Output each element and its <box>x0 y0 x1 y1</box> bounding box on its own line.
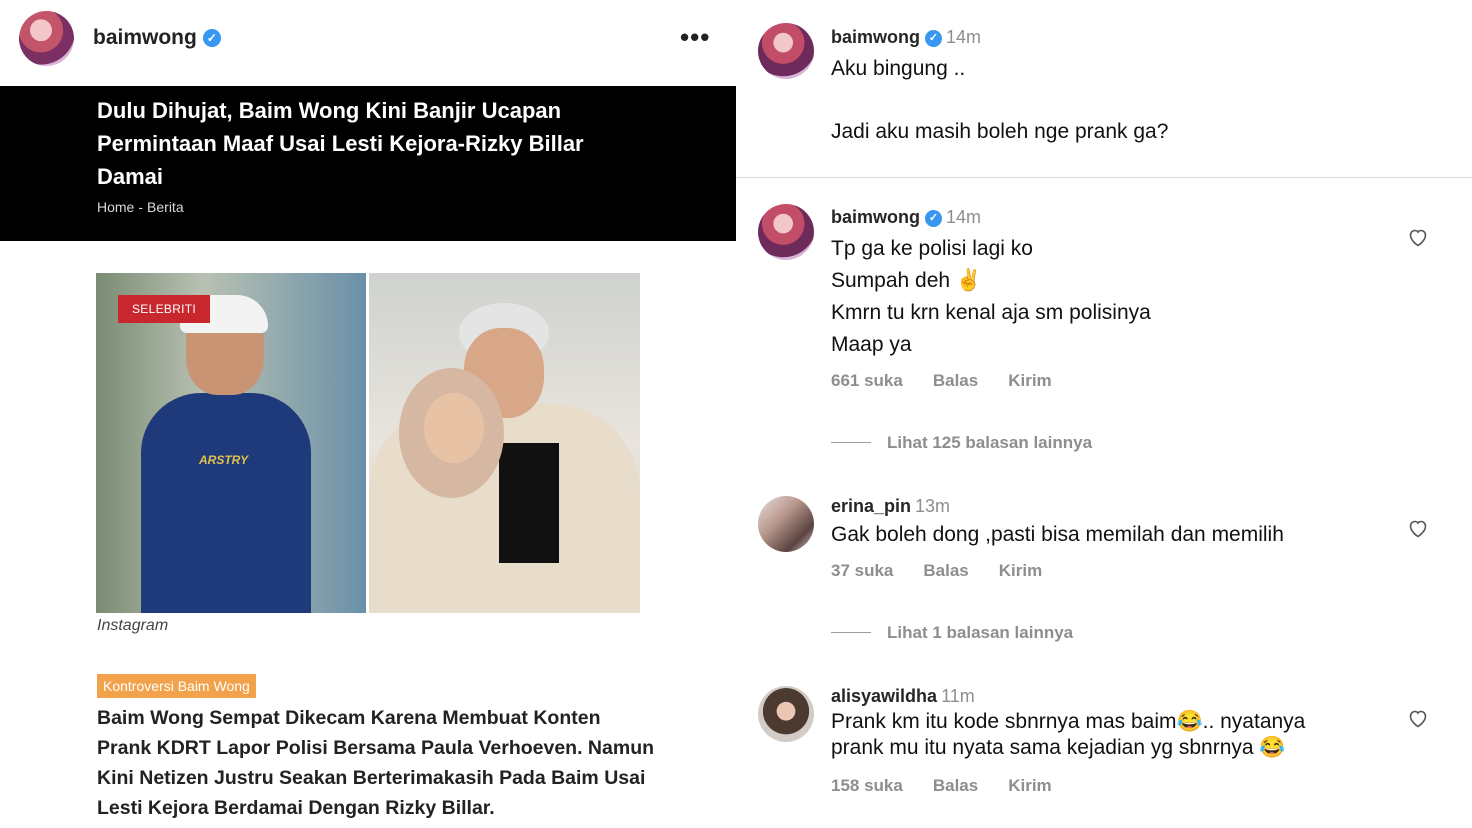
comment-actions: 37 suka Balas Kirim <box>831 561 1072 581</box>
comment-username[interactable]: erina_pin 13m <box>831 496 950 517</box>
reply-button[interactable]: Balas <box>933 371 978 390</box>
caption-line: Jadi aku masih boleh nge prank ga? <box>831 120 1169 143</box>
replies-line <box>831 632 871 633</box>
like-count[interactable]: 661 suka <box>831 371 903 390</box>
avatar[interactable] <box>19 11 74 66</box>
send-button[interactable]: Kirim <box>1008 371 1051 390</box>
avatar[interactable] <box>758 496 814 552</box>
more-options-button[interactable]: ••• <box>680 22 710 53</box>
comment-line: Sumpah deh ✌️ <box>831 269 983 292</box>
photo-figure-face <box>424 393 484 463</box>
divider <box>736 177 1472 178</box>
verified-badge-icon: ✓ <box>202 29 221 47</box>
comment-line: Gak boleh dong ,pasti bisa memilah dan m… <box>831 523 1284 546</box>
username-text[interactable]: erina_pin <box>831 496 911 516</box>
article-lead: Baim Wong Sempat Dikecam Karena Membuat … <box>97 707 655 819</box>
timestamp: 11m <box>941 686 975 706</box>
article-headline: Dulu Dihujat, Baim Wong Kini Banjir Ucap… <box>97 98 584 189</box>
timestamp: 14m <box>946 27 982 47</box>
reply-button[interactable]: Balas <box>933 776 978 795</box>
post-username[interactable]: baimwong ✓ <box>93 26 221 50</box>
comment-line: Tp ga ke polisi lagi ko <box>831 237 1033 260</box>
heart-outline-icon[interactable] <box>1406 706 1430 730</box>
photo-figure <box>141 393 311 613</box>
like-count[interactable]: 158 suka <box>831 776 903 795</box>
photo-caption: Instagram <box>97 617 169 634</box>
breadcrumb-berita[interactable]: Berita <box>147 199 184 215</box>
view-replies-label[interactable]: Lihat 1 balasan lainnya <box>887 623 1073 642</box>
comment-line: Kmrn tu krn kenal aja sm polisinya <box>831 301 1151 324</box>
view-replies-label[interactable]: Lihat 125 balasan lainnya <box>887 433 1092 452</box>
photo-figure-shirt <box>499 443 559 563</box>
replies-line <box>831 442 871 443</box>
view-replies-button[interactable]: Lihat 1 balasan lainnya <box>831 623 1073 643</box>
heart-outline-icon[interactable] <box>1406 225 1430 249</box>
comment-username[interactable]: baimwong ✓ 14m <box>831 207 981 228</box>
comment-line: prank mu itu nyata sama kejadian yg sbnr… <box>831 736 1286 759</box>
avatar[interactable] <box>758 204 814 260</box>
post-pane: baimwong ✓ ••• Dulu Dihujat, Baim Wong Ki… <box>0 0 736 828</box>
heart-outline-icon[interactable] <box>1406 516 1430 540</box>
post-header: baimwong ✓ ••• <box>0 0 736 86</box>
username-text[interactable]: baimwong <box>831 27 920 47</box>
comment-actions: 158 suka Balas Kirim <box>831 776 1082 796</box>
timestamp: 14m <box>946 207 982 227</box>
caption-line: Aku bingung .. <box>831 57 966 80</box>
comment-username[interactable]: alisyawildha 11m <box>831 686 975 707</box>
username-text[interactable]: alisyawildha <box>831 686 937 706</box>
comment-line: Maap ya <box>831 333 912 356</box>
send-button[interactable]: Kirim <box>1008 776 1051 795</box>
caption-username[interactable]: baimwong ✓ 14m <box>831 27 981 48</box>
topic-tag[interactable]: Kontroversi Baim Wong <box>97 674 256 698</box>
comments-pane: baimwong ✓ 14m Aku bingung .. Jadi aku mas… <box>736 0 1472 828</box>
breadcrumb-separator: - <box>138 199 144 215</box>
article-photo-baim: ARSTRY SELEBRITI <box>96 273 366 613</box>
send-button[interactable]: Kirim <box>999 561 1042 580</box>
verified-badge-icon: ✓ <box>925 30 942 47</box>
comment-line: Prank km itu kode sbnrnya mas baim😂.. ny… <box>831 710 1306 733</box>
shirt-logo: ARSTRY <box>199 453 249 467</box>
reply-button[interactable]: Balas <box>923 561 968 580</box>
breadcrumb: Home - Berita <box>97 199 188 215</box>
verified-badge-icon: ✓ <box>925 210 942 227</box>
comment-actions: 661 suka Balas Kirim <box>831 371 1082 391</box>
timestamp: 13m <box>915 496 951 516</box>
view-replies-button[interactable]: Lihat 125 balasan lainnya <box>831 433 1092 453</box>
avatar[interactable] <box>758 23 814 79</box>
like-count[interactable]: 37 suka <box>831 561 893 580</box>
category-badge: SELEBRITI <box>118 295 211 323</box>
breadcrumb-home[interactable]: Home <box>97 199 134 215</box>
username-text[interactable]: baimwong <box>93 26 197 49</box>
article-photo-couple <box>369 273 640 613</box>
avatar[interactable] <box>758 686 814 742</box>
username-text[interactable]: baimwong <box>831 207 920 227</box>
